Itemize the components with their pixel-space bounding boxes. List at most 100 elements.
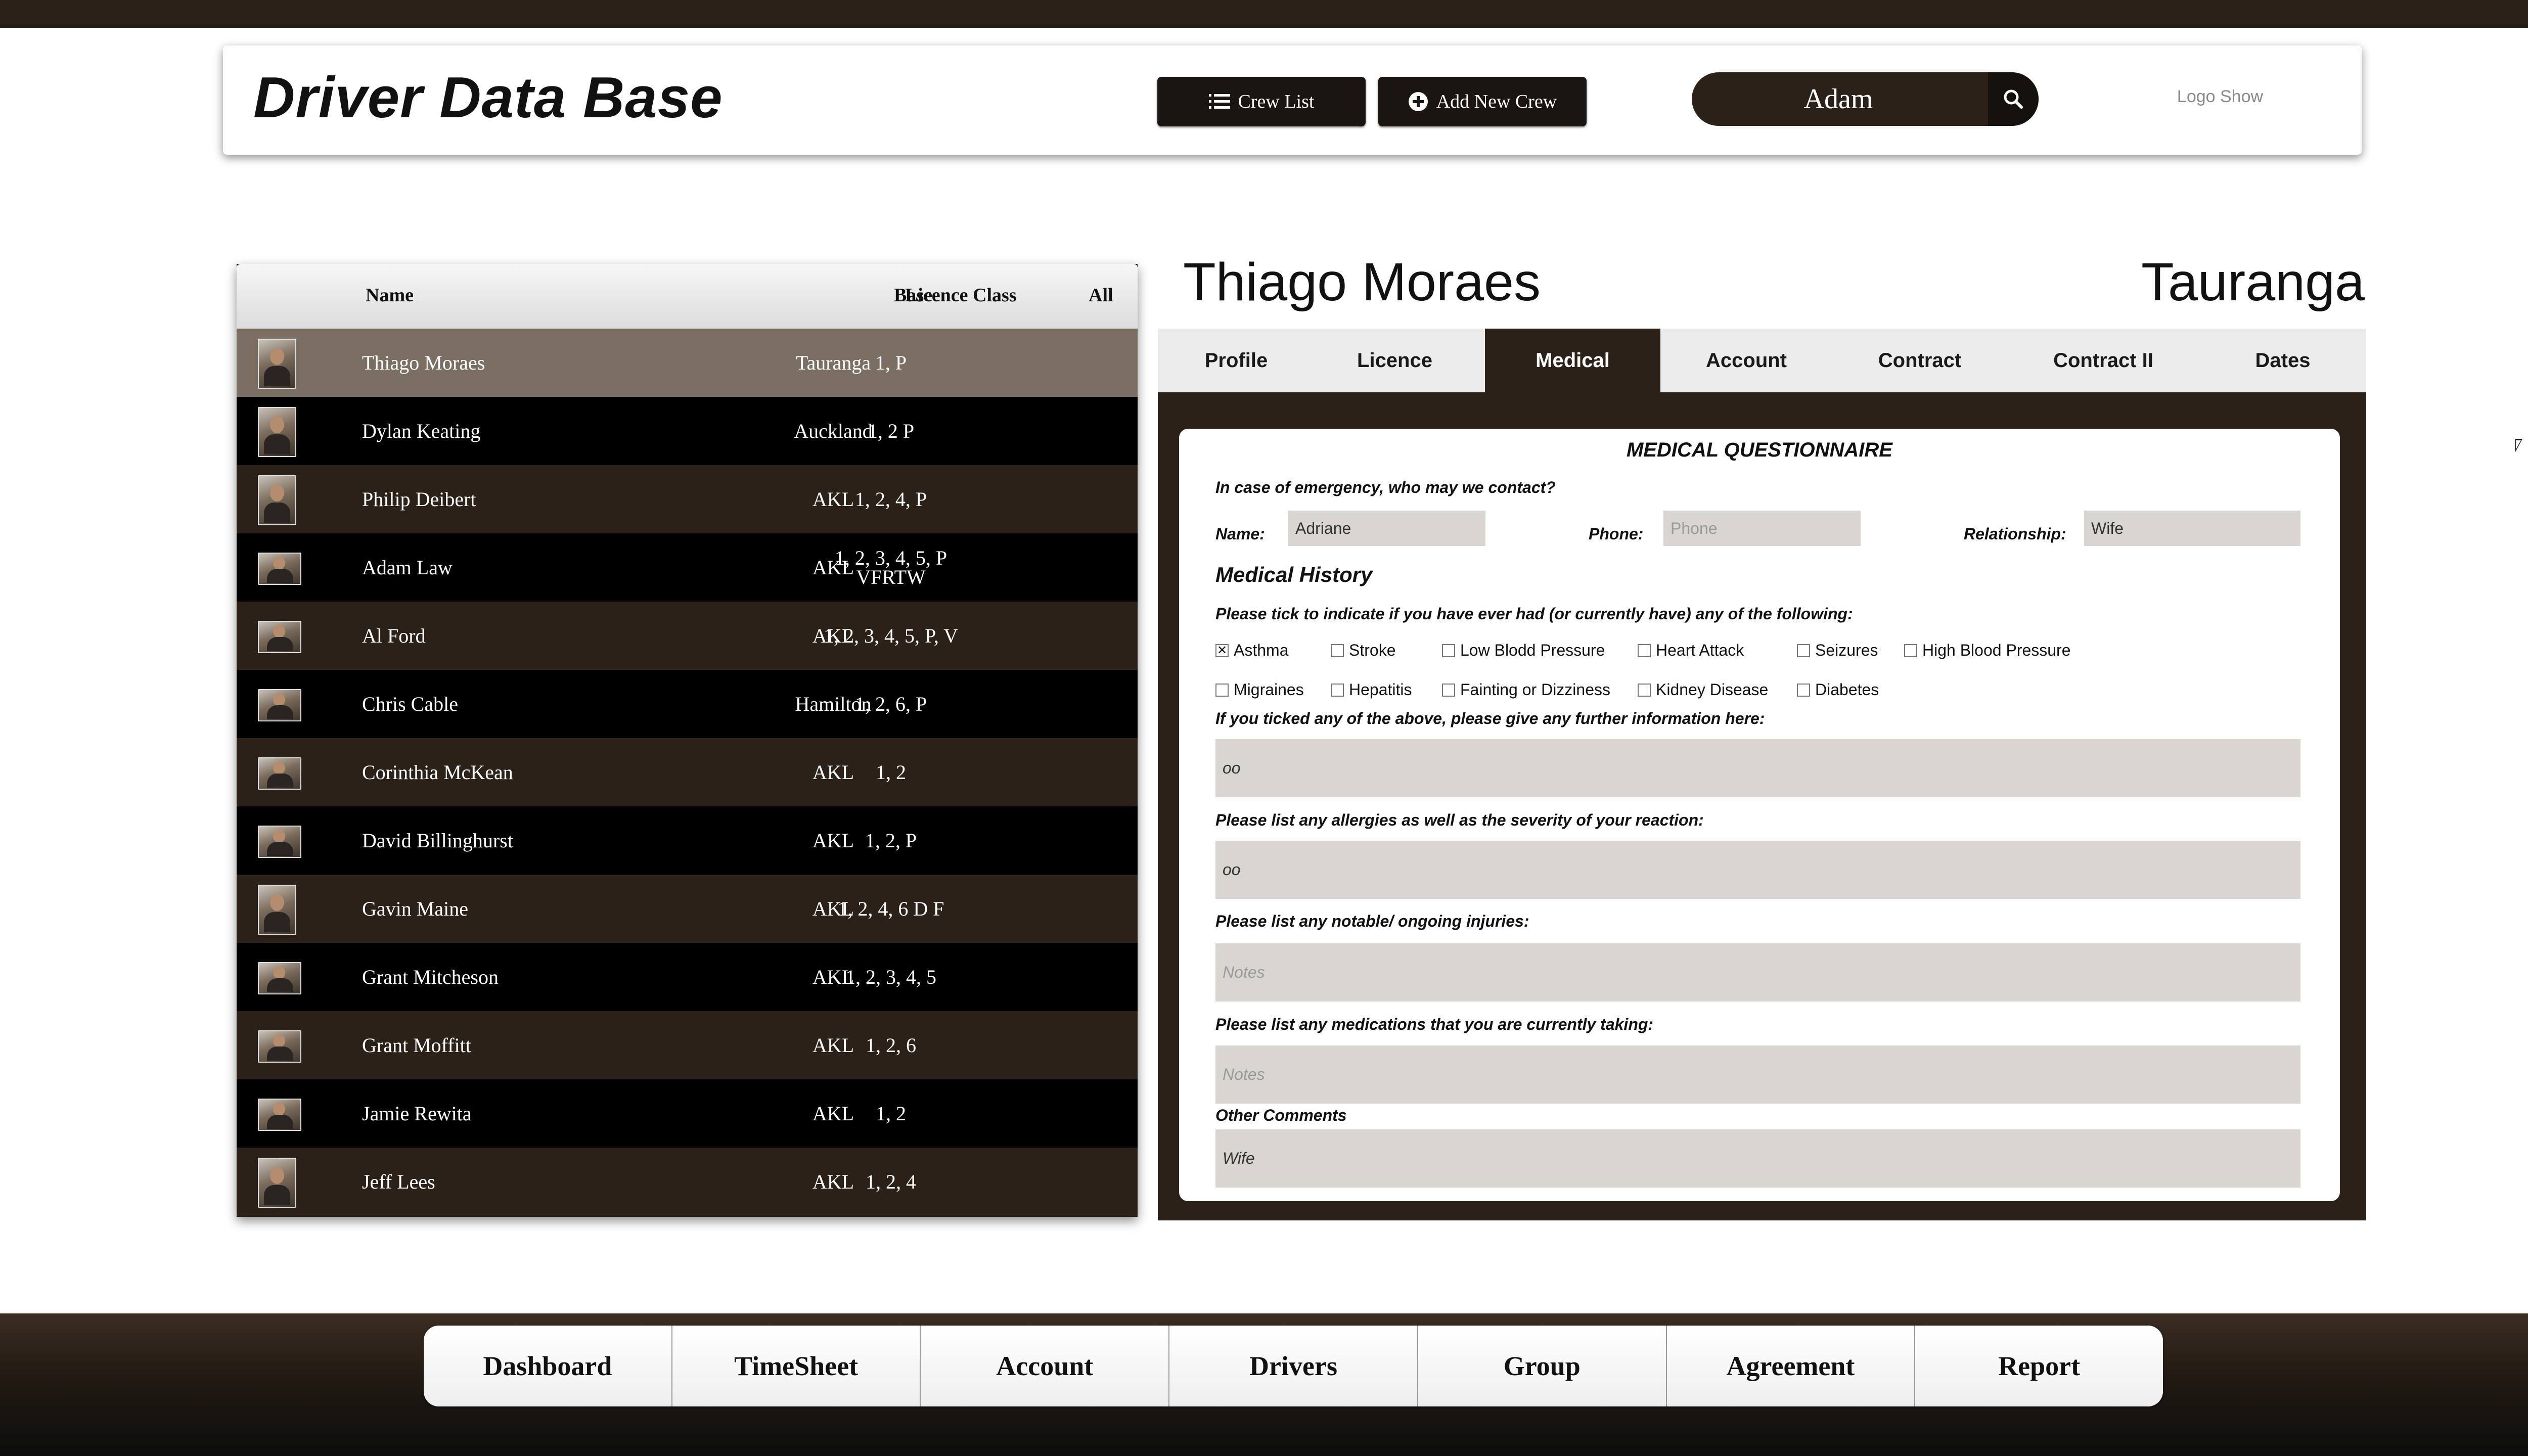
checkbox-icon[interactable] [1638,683,1651,697]
crew-row[interactable]: Dylan Keating Auckland 1, 2 P [237,397,1138,465]
crew-name: Corinthia McKean [362,761,513,784]
licence-classes: 1, P [875,351,907,374]
tab-licence[interactable]: Licence [1315,329,1475,392]
checkbox-icon[interactable] [1797,644,1810,657]
condition-label: High Blood Pressure [1922,641,2071,659]
emergency-name-field[interactable]: Adriane [1288,511,1485,546]
allergies-field[interactable]: oo [1215,841,2300,899]
condition-checkbox[interactable]: Hepatitis [1331,680,1412,699]
emergency-phone-field[interactable]: Phone [1663,511,1861,546]
condition-checkbox[interactable]: Migraines [1215,680,1304,699]
checkbox-icon[interactable]: ✕ [1215,644,1229,657]
tab-account[interactable]: Account [1660,329,1832,392]
nav-drivers[interactable]: Drivers [1169,1326,1418,1406]
nav-timesheet[interactable]: TimeSheet [672,1326,921,1406]
crew-licence: 1, 2, 4, 6 D F [785,875,997,943]
search-icon [2004,89,2023,109]
checkbox-icon[interactable] [1215,683,1229,697]
injuries-field[interactable]: Notes [1215,943,2300,1002]
condition-label: Stroke [1349,641,1396,659]
search-box: Adam [1692,72,2039,126]
crew-row[interactable]: David Billinghurst AKL 1, 2, P [237,806,1138,875]
search-button[interactable] [1988,72,2039,126]
crew-licence: 1, 2, 6, P [785,670,997,738]
nav-group[interactable]: Group [1418,1326,1667,1406]
relationship-field[interactable]: Wife [2084,511,2300,546]
avatar [258,475,296,525]
checkbox-icon[interactable] [1442,683,1455,697]
tick-prompt: Please tick to indicate if you have ever… [1215,605,1853,623]
avatar [258,826,301,858]
checkbox-icon[interactable] [1638,644,1651,657]
crew-row[interactable]: Grant Moffitt AKL 1, 2, 6 [237,1011,1138,1079]
condition-checkbox[interactable]: Stroke [1331,641,1395,660]
crew-row[interactable]: Jamie Rewita AKL 1, 2 [237,1079,1138,1148]
filter-all[interactable]: All [1089,284,1113,306]
tab-medical[interactable]: Medical [1485,329,1660,392]
crew-row[interactable]: Gavin Maine AKL 1, 2, 4, 6 D F [237,875,1138,943]
tab-contract-ii[interactable]: Contract II [2007,329,2199,392]
condition-label: Asthma [1234,641,1289,659]
condition-checkbox[interactable]: Diabetes [1797,680,1879,699]
tab-dates[interactable]: Dates [2199,329,2366,392]
nav-dashboard[interactable]: Dashboard [424,1326,672,1406]
licence-classes: 1, 2 [876,1102,906,1125]
crew-row[interactable]: Philip Deibert AKL 1, 2, 4, P [237,465,1138,533]
avatar [258,553,301,585]
condition-checkbox[interactable]: Seizures [1797,641,1878,660]
crew-row[interactable]: Chris Cable Hamilton 1, 2, 6, P [237,670,1138,738]
crew-row[interactable]: Jeff Lees AKL 1, 2, 4 [237,1148,1138,1216]
avatar [258,1030,301,1063]
crew-list-panel: Name Base Licence Class All Thiago Morae… [237,264,1138,1217]
relationship-label: Relationship: [1964,525,2066,543]
crew-name: Gavin Maine [362,897,468,920]
nav-account[interactable]: Account [921,1326,1170,1406]
crew-licence: 1, 2 [785,1079,997,1148]
condition-checkbox[interactable]: ✕ Asthma [1215,641,1288,660]
plus-circle-icon [1408,92,1428,111]
condition-checkbox[interactable]: High Blood Pressure [1904,641,2070,660]
injuries-prompt: Please list any notable/ ongoing injurie… [1215,912,1529,930]
crew-row[interactable]: Al Ford AKL 1, 2, 3, 4, 5, P, V [237,602,1138,670]
licence-classes: 1, 2 [876,760,906,784]
allergies-prompt: Please list any allergies as well as the… [1215,811,1704,829]
licence-classes: 1, 2, 3, 4, 5, P [834,546,947,569]
condition-label: Kidney Disease [1656,680,1769,699]
crew-name: Grant Moffitt [362,1034,471,1057]
tab-profile[interactable]: Profile [1158,329,1315,392]
licence-classes: 1, 2, 4 [866,1170,916,1193]
crew-list-button[interactable]: Crew List [1157,77,1366,126]
crew-name: Jamie Rewita [362,1102,472,1125]
avatar [258,885,296,935]
condition-checkbox[interactable]: Low Blodd Pressure [1442,641,1605,660]
column-name[interactable]: Name [366,284,414,306]
search-input[interactable]: Adam [1692,72,1985,126]
crew-row[interactable]: Thiago Moraes Tauranga 1, P [237,329,1138,397]
condition-label: Low Blodd Pressure [1460,641,1605,659]
medical-questionnaire-card: MEDICAL QUESTIONNAIRE In case of emergen… [1179,429,2340,1201]
checkbox-icon[interactable] [1904,644,1917,657]
crew-row[interactable]: Adam Law AKL 1, 2, 3, 4, 5, P VFRTW [237,533,1138,602]
condition-checkbox[interactable]: Fainting or Dizziness [1442,680,1610,699]
medications-field[interactable]: Notes [1215,1045,2300,1104]
checkbox-icon[interactable] [1331,644,1344,657]
licence-classes: 1, 2, P [865,829,917,852]
nav-agreement[interactable]: Agreement [1666,1326,1916,1406]
crew-table-header: Name Base Licence Class All [237,264,1138,329]
tab-contract[interactable]: Contract [1832,329,2007,392]
condition-checkbox[interactable]: Heart Attack [1638,641,1744,660]
nav-report[interactable]: Report [1915,1326,2163,1406]
checkbox-icon[interactable] [1331,683,1344,697]
crew-name: Jeff Lees [362,1170,435,1193]
add-new-crew-button[interactable]: Add New Crew [1378,77,1587,126]
avatar [258,621,301,653]
crew-row[interactable]: Grant Mitcheson AKL 1, 2, 3, 4, 5 [237,943,1138,1011]
bottom-nav: Dashboard TimeSheet Account Drivers Grou… [424,1326,2163,1406]
checkbox-icon[interactable] [1442,644,1455,657]
column-licence[interactable]: Licence Class [905,284,1017,306]
condition-checkbox[interactable]: Kidney Disease [1638,680,1768,699]
checkbox-icon[interactable] [1797,683,1810,697]
other-comments-field[interactable]: Wife [1215,1129,2300,1188]
further-info-field[interactable]: oo [1215,739,2300,797]
crew-row[interactable]: Corinthia McKean AKL 1, 2 [237,738,1138,806]
